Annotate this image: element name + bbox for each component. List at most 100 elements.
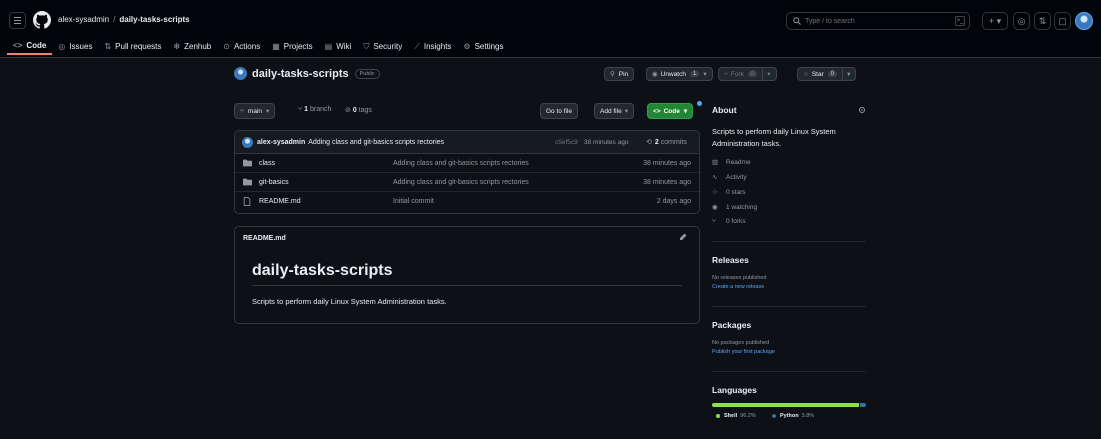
tab-projects[interactable]: ▦ Projects [266, 38, 318, 55]
breadcrumb-owner[interactable]: alex-sysadmin [58, 15, 109, 24]
inbox-icon[interactable]: ▢ [1054, 12, 1071, 30]
file-icon [243, 197, 251, 206]
file-browser: alex-sysadmin Adding class and git-basic… [234, 130, 700, 214]
tags-link[interactable]: ⊘ 0 tags [345, 106, 372, 114]
code-button[interactable]: <> Code ▾ [647, 103, 694, 119]
shield-icon: ⛉ [363, 41, 370, 51]
branch-icon: ⑂ [240, 107, 244, 115]
tab-label: Security [373, 42, 403, 51]
menu-button[interactable] [9, 12, 26, 29]
gear-icon[interactable] [858, 106, 866, 114]
tab-pull-requests[interactable]: ⇅ Pull requests [98, 38, 167, 55]
fork-button[interactable]: ⑂ Fork 0 ▾ [718, 67, 777, 81]
languages-section: Languages [712, 385, 866, 395]
chevron-down-icon: ▾ [683, 108, 688, 115]
file-name[interactable]: README.md [259, 198, 301, 205]
divider [252, 285, 682, 286]
tab-actions[interactable]: ⊙ Actions [217, 38, 266, 55]
releases-title[interactable]: Releases [712, 255, 866, 265]
search-box[interactable]: >_ [786, 12, 970, 30]
tab-label: Wiki [336, 42, 352, 51]
language-percent: 96.2% [740, 413, 756, 419]
create-new-button[interactable]: + ▾ [982, 12, 1008, 30]
issues-icon[interactable]: ◎ [1013, 12, 1030, 30]
link-label: 0 stars [726, 188, 746, 196]
pull-requests-icon[interactable]: ⇅ [1034, 12, 1051, 30]
file-commit-message[interactable]: Initial commit [393, 198, 434, 205]
tab-label: Code [26, 41, 47, 50]
file-name[interactable]: git-basics [259, 179, 289, 186]
commits-link[interactable]: ⟲ 2 commits [646, 138, 687, 147]
stars-link[interactable]: ☆ 0 stars [712, 188, 746, 197]
command-palette-icon[interactable]: >_ [955, 16, 965, 26]
star-button[interactable]: ☆ Star 0 ▾ [797, 67, 857, 81]
global-header: alex-sysadmin /daily-tasks-scripts >_ + ▾… [0, 0, 1101, 58]
tab-settings[interactable]: ⚙ Settings [457, 38, 509, 55]
add-file-button[interactable]: Add file ▾ [594, 103, 634, 119]
file-commit-message[interactable]: Adding class and git-basics scripts rect… [393, 179, 529, 186]
readme-heading: daily-tasks-scripts [252, 262, 393, 279]
file-name[interactable]: class [259, 160, 275, 167]
commits-label: commits [660, 138, 687, 146]
latest-commit-bar: alex-sysadmin Adding class and git-basic… [235, 131, 699, 154]
table-row[interactable]: git-basics Adding class and git-basics s… [235, 173, 699, 192]
branches-link[interactable]: ⑂ 1 branch [298, 106, 331, 113]
commit-sha[interactable]: c5ef5c9 [555, 139, 578, 146]
go-to-file-button[interactable]: Go to file [540, 103, 579, 119]
about-title: About [712, 105, 737, 115]
pulse-icon: ∿ [712, 174, 718, 181]
code-label: Code [663, 107, 680, 115]
chevron-down-icon[interactable]: ▾ [847, 70, 850, 78]
tab-security[interactable]: ⛉ Security [357, 38, 408, 55]
pencil-icon[interactable] [679, 233, 687, 241]
create-release-link[interactable]: Create a new release [712, 284, 764, 290]
commit-author[interactable]: alex-sysadmin [257, 139, 305, 146]
breadcrumb-repo[interactable]: daily-tasks-scripts [119, 15, 189, 24]
notification-dot [697, 101, 702, 106]
link-label: 0 forks [726, 218, 746, 225]
language-python[interactable]: Python 3.8% [772, 413, 814, 419]
tab-insights[interactable]: ⟋ Insights [408, 38, 457, 55]
fork-icon: ⑂ [712, 218, 716, 225]
table-row[interactable]: README.md Initial commit 2 days ago [235, 192, 699, 211]
tab-zenhub[interactable]: ✻ Zenhub [167, 38, 217, 55]
tab-label: Actions [233, 42, 261, 51]
divider [842, 68, 844, 80]
github-logo-icon[interactable] [33, 11, 51, 29]
packages-title[interactable]: Packages [712, 320, 866, 330]
visibility-badge: Public [354, 68, 380, 79]
language-shell[interactable]: Shell 96.2% [716, 413, 756, 419]
gear-icon: ⚙ [463, 42, 471, 51]
projects-icon: ▦ [272, 42, 280, 51]
file-commit-message[interactable]: Adding class and git-basics scripts rect… [393, 160, 529, 167]
code-icon: <> [13, 41, 23, 50]
history-icon: ⟲ [646, 139, 652, 146]
commit-message[interactable]: Adding class and git-basics scripts rect… [308, 139, 444, 146]
go-to-file-label: Go to file [546, 107, 573, 115]
tab-issues[interactable]: ◎ Issues [52, 38, 98, 55]
search-input[interactable] [805, 17, 945, 25]
readme-link[interactable]: ▥ Readme [712, 158, 751, 167]
repo-owner-avatar[interactable] [234, 67, 247, 80]
pin-button[interactable]: ⚲ Pin [604, 67, 635, 81]
tab-wiki[interactable]: ▤ Wiki [319, 38, 358, 55]
readme-header: README.md [235, 227, 699, 249]
chevron-down-icon[interactable]: ▾ [767, 70, 770, 78]
branch-selector[interactable]: ⑂ main ▾ [234, 103, 276, 119]
publish-package-link[interactable]: Publish your first package [712, 349, 775, 355]
table-row[interactable]: class Adding class and git-basics script… [235, 154, 699, 173]
repo-title[interactable]: daily-tasks-scripts [252, 68, 349, 80]
readme-filename[interactable]: README.md [243, 235, 286, 242]
divider [762, 68, 764, 80]
avatar[interactable] [242, 136, 253, 148]
activity-link[interactable]: ∿ Activity [712, 173, 747, 182]
divider [712, 306, 866, 307]
unwatch-button[interactable]: ◉ Unwatch 1 ▾ [646, 67, 713, 81]
forks-link[interactable]: ⑂ 0 forks [712, 218, 746, 225]
actions-icon: ⊙ [223, 42, 230, 51]
tab-code[interactable]: <> Code [7, 38, 53, 55]
watchers-link[interactable]: ◉ 1 watching [712, 203, 757, 212]
branches-label: branch [310, 106, 332, 113]
pin-icon: ⚲ [610, 71, 615, 78]
avatar[interactable] [1075, 12, 1093, 30]
